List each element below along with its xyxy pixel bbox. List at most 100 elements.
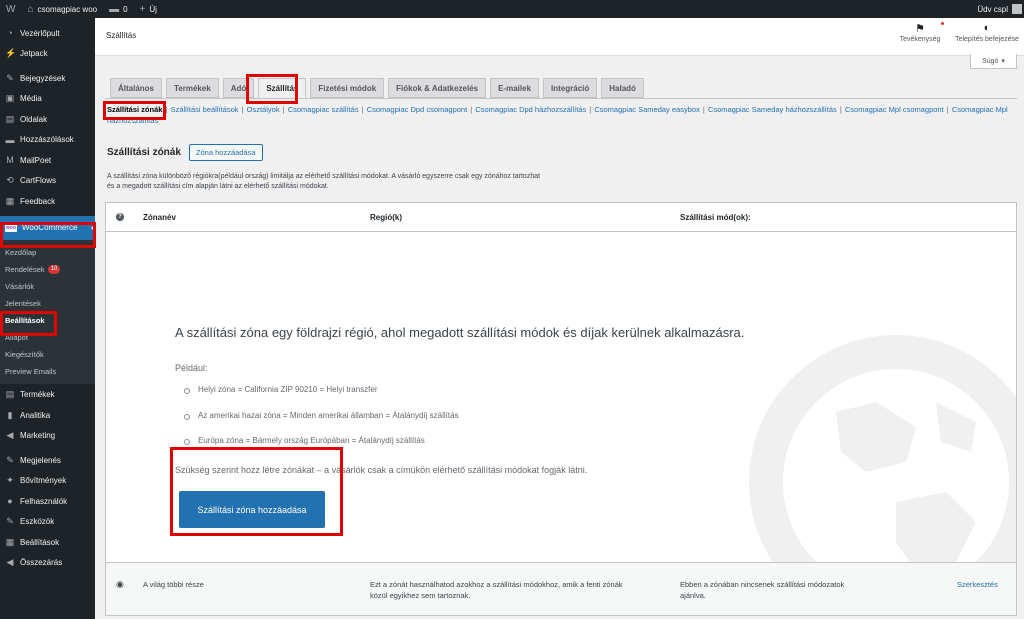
submenu-item-label: Vásárlók — [5, 281, 35, 291]
woocommerce-submenu: Kezdőlap Rendelések 10 Vásárlók Jelentések Be… — [0, 239, 95, 385]
tab-4[interactable]: Fizetési módok — [310, 78, 385, 98]
users-icon: ● — [7, 496, 13, 506]
marketing-icon: ◀ — [6, 430, 14, 440]
submenu-item[interactable]: Beállítások — [0, 312, 95, 329]
sidebar-item-products[interactable]: ▤ Termékek — [0, 384, 95, 405]
page-title: Szállítás — [106, 31, 137, 40]
sidebar-item-settings[interactable]: ▦ Beállítások — [0, 532, 95, 553]
zones-description-line: és a megadott szállítási cím alapján lát… — [107, 183, 329, 190]
example-item: Helyi zóna = California ZIP 90210 = Hely… — [184, 385, 459, 411]
woocommerce-logo-icon: woo — [5, 223, 17, 232]
sidebar-item-feedback[interactable]: ▦ Feedback — [0, 191, 95, 212]
site-name-link[interactable]: ⌂ csomagpiac woo — [21, 0, 103, 18]
sidebar-item-label: Média — [20, 94, 42, 104]
woocommerce-header: Szállítás ⚑ Tevékenység ◐ Telepítés befe… — [95, 18, 1024, 56]
sidebar-item-collapse[interactable]: ◀ Összezárás — [0, 552, 95, 573]
activity-button[interactable]: ⚑ Tevékenység — [895, 22, 945, 43]
zones-description-line: A szállítási zóna különböző régiókra(pél… — [107, 173, 541, 180]
shipping-subnav: Szállítási zónák | Szállítási beállításo… — [107, 104, 1012, 126]
cartflows-icon: ⟲ — [6, 175, 14, 186]
sidebar-item-users[interactable]: ● Felhasználók — [0, 491, 95, 512]
subnav-link[interactable]: Csomagpiac Sameday házhozszállítás — [708, 105, 837, 114]
sidebar-item-plugins[interactable]: ✦ Bővítmények — [0, 470, 95, 491]
sidebar-item-media[interactable]: ▣ Média — [0, 89, 95, 110]
tabs-divider — [105, 98, 1017, 99]
sidebar-item-marketing[interactable]: ◀ Marketing — [0, 425, 95, 446]
admin-sidebar: ◔ Vezérlőpult ⚡ Jetpack ✎ Bejegyzések ▣ Média ▤ O… — [0, 18, 95, 619]
zones-heading: Szállítási zónák Zóna hozzáadása — [107, 144, 263, 161]
sidebar-item-pin[interactable]: ✎ Bejegyzések — [0, 68, 95, 89]
settings-tabs: Általános Termékek Adó Szállítás Fizetési mó… — [110, 78, 644, 98]
subnav-separator: | — [280, 105, 287, 114]
avatar — [1012, 4, 1022, 14]
progress-circle-icon: ◐ — [983, 22, 991, 34]
help-button[interactable]: Súgó ▾ — [970, 54, 1017, 69]
wordpress-logo-button[interactable]: W — [0, 0, 21, 18]
example-label: Például: — [175, 363, 208, 373]
submenu-item[interactable]: Jelentések — [0, 295, 95, 312]
tab-8[interactable]: Haladó — [601, 78, 644, 98]
tab-2[interactable]: Adó — [222, 78, 255, 98]
subnav-link[interactable]: Csomagpiac Mpl csomagpont — [845, 105, 944, 114]
sidebar-item-woocommerce[interactable]: woo WooCommerce — [0, 215, 95, 240]
submenu-item[interactable]: Kiegészítők — [0, 346, 95, 363]
edit-zone-link[interactable]: Szerkesztés — [957, 579, 998, 590]
my-account-link[interactable]: Üdv cspl — [971, 0, 1024, 18]
submenu-item[interactable]: Kezdőlap — [0, 244, 95, 261]
subnav-separator: | — [359, 105, 366, 114]
submenu-item[interactable]: Preview Emails — [0, 363, 95, 380]
setup-label: Telepítés befejezése — [955, 36, 1019, 43]
subnav-link[interactable]: Csomagpiac Sameday easybox — [594, 105, 699, 114]
new-content-label: Új — [149, 4, 157, 14]
add-shipping-zone-button[interactable]: Szállítási zóna hozzáadása — [179, 491, 325, 528]
appearance-icon: ✎ — [6, 454, 14, 465]
activity-label: Tevékenység — [899, 36, 941, 43]
column-header-zone-name: Zónanév — [143, 213, 176, 222]
zone-name-cell: A világ többi része — [143, 580, 204, 589]
sidebar-item-analytics[interactable]: ▮ Analitika — [0, 405, 95, 426]
sidebar-item-comment[interactable]: ▬ Hozzászólások — [0, 130, 95, 151]
subnav-link[interactable]: Osztályok — [247, 105, 280, 114]
submenu-item[interactable]: Vásárlók — [0, 278, 95, 295]
tab-3[interactable]: Szállítás — [258, 78, 307, 98]
sidebar-item-appearance[interactable]: ✎ Megjelenés — [0, 450, 95, 471]
submenu-item-label: Állapot — [5, 333, 28, 343]
mailpoet-icon: M — [6, 155, 14, 166]
tab-5[interactable]: Fiókok & Adatkezelés — [388, 78, 487, 98]
comments-link[interactable]: ▬ 0 — [103, 0, 133, 18]
subnav-link[interactable]: Csomagpiac Dpd csomagpont — [367, 105, 467, 114]
sidebar-item-label: Bővítmények — [20, 476, 67, 485]
add-zone-button[interactable]: Zóna hozzáadása — [188, 144, 263, 161]
tab-1[interactable]: Termékek — [166, 78, 219, 98]
subnav-link[interactable]: Csomagpiac Dpd házhozszállítás — [475, 105, 586, 114]
subnav-link[interactable]: Szállítási beállítások — [171, 105, 239, 114]
sidebar-item-cartflows[interactable]: ⟲ CartFlows — [0, 171, 95, 192]
zone-region-line: közül egyikhez sem tartoznak. — [370, 591, 471, 600]
submenu-item-label: Kezdőlap — [5, 247, 37, 257]
sidebar-item-page[interactable]: ▤ Oldalak — [0, 109, 95, 130]
subnav-link[interactable]: Szállítási zónák — [107, 105, 162, 114]
tab-7[interactable]: Integráció — [543, 78, 598, 98]
table-row-rest-of-world: ◉ A világ többi része Ezt a zónát haszná… — [106, 562, 1016, 615]
submenu-item[interactable]: Rendelések 10 — [0, 261, 95, 278]
sidebar-item-mailpoet[interactable]: M MailPoet — [0, 150, 95, 171]
help-icon[interactable]: ? — [116, 213, 124, 221]
plugins-icon: ✦ — [6, 475, 14, 485]
sidebar-item-label: Feedback — [20, 196, 56, 206]
subnav-link[interactable]: Csomagpiac szállítás — [288, 105, 359, 114]
setup-button[interactable]: ◐ Telepítés befejezése — [950, 22, 1024, 43]
sidebar-item-tools[interactable]: ✎ Eszközök — [0, 511, 95, 532]
subnav-separator: | — [944, 105, 951, 114]
shipping-zones-table: ? Zónanév Regió(k) Szállítási mód(ok): A… — [105, 202, 1017, 616]
media-icon: ▣ — [5, 93, 15, 104]
example-item: Az amerikai hazai zóna = Minden amerikai… — [184, 411, 459, 437]
tab-0[interactable]: Általános — [110, 78, 163, 98]
new-content-link[interactable]: + Új — [134, 0, 163, 18]
sidebar-item-label: Összezárás — [20, 558, 63, 567]
sidebar-item-dashboard[interactable]: ◔ Vezérlőpult — [0, 23, 95, 44]
subnav-separator: | — [837, 105, 844, 114]
sidebar-item-jetpack[interactable]: ⚡ Jetpack — [0, 44, 95, 65]
tab-6[interactable]: E-mailek — [490, 78, 540, 98]
submenu-item[interactable]: Állapot — [0, 329, 95, 346]
comment-bubble-icon: ▬ — [109, 3, 120, 15]
